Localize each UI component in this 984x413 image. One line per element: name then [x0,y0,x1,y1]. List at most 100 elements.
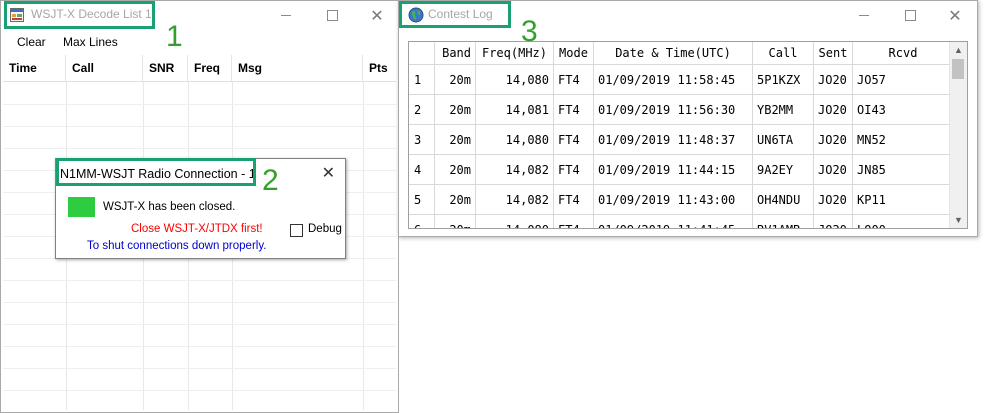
table-row[interactable]: 3 20m 14,080 FT4 01/09/2019 11:48:37 UN6… [409,124,954,155]
close-button[interactable]: ✕ [932,1,978,29]
sent-cell: JO20 [813,154,853,185]
menu-bar: Clear Max Lines [1,31,398,53]
column-header-rcvd[interactable]: Rcvd [852,42,954,65]
table-row[interactable]: 2 20m 14,081 FT4 01/09/2019 11:56:30 YB2… [409,94,954,125]
column-header-datetime[interactable]: Date & Time(UTC) [593,42,753,65]
contest-log-table: Band Freq(MHz) Mode Date & Time(UTC) Cal… [409,42,954,228]
call-cell: RV1AMR [752,214,814,228]
band-cell: 20m [434,184,476,215]
column-header-freq[interactable]: Freq [188,55,232,81]
scroll-down-icon[interactable]: ▼ [950,212,967,228]
log-header-row: Band Freq(MHz) Mode Date & Time(UTC) Cal… [409,42,954,65]
column-header-msg[interactable]: Msg [232,55,363,81]
datetime-cell: 01/09/2019 11:58:45 [593,64,753,95]
column-header-band[interactable]: Band [434,42,476,65]
sent-cell: JO20 [813,64,853,95]
freq-cell: 14,081 [475,94,554,125]
close-icon: ✕ [948,5,962,25]
status-message: WSJT-X has been closed. [103,201,236,213]
rcvd-cell: KP11 [852,184,954,215]
minimize-icon [281,14,291,16]
close-icon: ✕ [370,5,384,25]
sent-cell: JO20 [813,94,853,125]
sent-cell: JO20 [813,214,853,228]
menu-clear[interactable]: Clear [17,35,46,49]
column-header-call[interactable]: Call [66,55,143,81]
row-number: 3 [409,124,435,155]
row-number: 2 [409,94,435,125]
status-indicator [68,197,95,217]
column-header-row-number[interactable] [409,42,435,65]
call-cell: 5P1KZX [752,64,814,95]
column-header-freq[interactable]: Freq(MHz) [475,42,554,65]
grid-row-divider [3,390,396,391]
grid-row-divider [3,148,396,149]
scroll-up-icon[interactable]: ▲ [950,42,967,58]
debug-checkbox[interactable] [290,224,303,237]
call-cell: OH4NDU [752,184,814,215]
grid-row-divider [3,126,396,127]
band-cell: 20m [434,124,476,155]
contest-log-grid[interactable]: Band Freq(MHz) Mode Date & Time(UTC) Cal… [408,41,968,229]
freq-cell: 14,082 [475,154,554,185]
close-icon[interactable]: ✕ [322,163,335,182]
freq-cell: 14,080 [475,64,554,95]
rcvd-cell: JO57 [852,64,954,95]
maximize-icon [326,9,338,21]
minimize-button[interactable] [263,1,309,29]
mode-cell: FT4 [553,184,594,215]
band-cell: 20m [434,94,476,125]
sent-cell: JO20 [813,124,853,155]
mode-cell: FT4 [553,154,594,185]
info-message: To shut connections down properly. [87,240,267,252]
annotation-number-1: 1 [166,20,183,53]
column-header-snr[interactable]: SNR [143,55,188,81]
table-row[interactable]: 1 20m 14,080 FT4 01/09/2019 11:58:45 5P1… [409,64,954,95]
column-header-time[interactable]: Time [3,55,66,81]
minimize-icon [859,14,869,16]
table-row[interactable]: 6 20m 14,080 FT4 01/09/2019 11:41:45 RV1… [409,214,954,228]
rcvd-cell: OI43 [852,94,954,125]
rcvd-cell: MN52 [852,124,954,155]
maximize-button[interactable] [309,1,355,29]
annotation-number-2: 2 [262,164,279,197]
maximize-button[interactable] [887,1,933,29]
table-row[interactable]: 5 20m 14,082 FT4 01/09/2019 11:43:00 OH4… [409,184,954,215]
minimize-button[interactable] [841,1,887,29]
call-cell: YB2MM [752,94,814,125]
grid-row-divider [3,104,396,105]
grid-row-divider [3,368,396,369]
mode-cell: FT4 [553,124,594,155]
grid-row-divider [3,302,396,303]
column-header-sent[interactable]: Sent [813,42,853,65]
column-header-call[interactable]: Call [752,42,814,65]
highlight-box-2 [56,158,256,186]
scroll-thumb[interactable] [952,59,964,79]
grid-column-divider [363,82,364,410]
freq-cell: 14,080 [475,124,554,155]
band-cell: 20m [434,214,476,228]
freq-cell: 14,080 [475,214,554,228]
vertical-scrollbar[interactable]: ▲ ▼ [949,42,967,228]
mode-cell: FT4 [553,64,594,95]
column-header-pts[interactable]: Pts [363,55,398,81]
freq-cell: 14,082 [475,184,554,215]
table-row[interactable]: 4 20m 14,082 FT4 01/09/2019 11:44:15 9A2… [409,154,954,185]
mode-cell: FT4 [553,94,594,125]
column-header-mode[interactable]: Mode [553,42,594,65]
datetime-cell: 01/09/2019 11:44:15 [593,154,753,185]
contest-log-window: Contest Log ✕ Band Freq(MHz) Mode Date &… [398,0,978,237]
rcvd-cell: JN85 [852,154,954,185]
warning-message: Close WSJT-X/JTDX first! [131,223,263,235]
menu-max-lines[interactable]: Max Lines [63,35,118,49]
close-button[interactable]: ✕ [354,1,400,29]
rcvd-cell: LO00 [852,214,954,228]
band-cell: 20m [434,154,476,185]
row-number: 1 [409,64,435,95]
grid-row-divider [3,346,396,347]
row-number: 4 [409,154,435,185]
decode-grid-header: Time Call SNR Freq Msg Pts [3,55,396,82]
debug-label[interactable]: Debug [308,223,342,235]
row-number: 6 [409,214,435,228]
datetime-cell: 01/09/2019 11:48:37 [593,124,753,155]
